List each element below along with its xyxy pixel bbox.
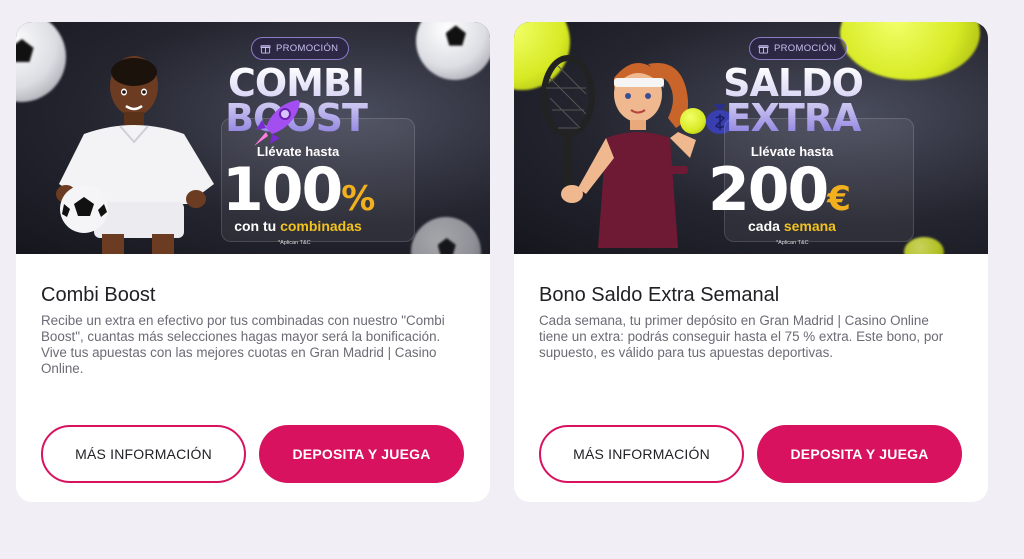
banner-footline-prefix: cada [748,218,784,234]
banner-amount-value: 200 [708,155,829,225]
banner-amount-unit: % [341,179,376,219]
banner-amount-unit: € [827,179,851,219]
promo-badge: PROMOCIÓN [251,37,350,60]
banner-footline-prefix: con tu [234,218,281,234]
more-info-button[interactable]: MÁS INFORMACIÓN [41,425,246,483]
promo-banner[interactable]: PROMOCIÓN COMBI BOOST Llévate hasta 100%… [16,22,490,254]
card-description: Cada semana, tu primer depósito en Gran … [539,313,944,360]
promo-card-saldo-extra: PROMOCIÓN SALDO EXTRA Llévate hasta 200€… [514,22,988,502]
soccer-ball-icon [411,217,481,254]
promo-badge-label: PROMOCIÓN [774,43,837,54]
card-title: Bono Saldo Extra Semanal [539,284,780,306]
deposit-play-button[interactable]: DEPOSITA Y JUEGA [259,425,464,483]
banner-amount: 100% [222,160,375,220]
card-description: Recibe un extra en efectivo por tus comb… [41,313,445,376]
banner-headline-line-2: EXTRA [725,95,861,140]
soccer-ball-icon [416,22,490,80]
more-info-button[interactable]: MÁS INFORMACIÓN [539,425,744,483]
soccer-player-illustration [56,56,214,254]
gift-icon [260,45,271,54]
tennis-player-illustration [541,55,696,248]
card-actions: MÁS INFORMACIÓN DEPOSITA Y JUEGA [41,425,464,483]
banner-footline: con tu combinadas [220,218,376,234]
banner-headline: SALDO EXTRA [710,66,876,136]
terms-note: *Aplican T&C [278,240,311,246]
promo-card-combi-boost: PROMOCIÓN COMBI BOOST Llévate hasta 100%… [16,22,490,502]
banner-amount: 200€ [708,160,851,220]
card-actions: MÁS INFORMACIÓN DEPOSITA Y JUEGA [539,425,962,483]
rocket-icon [254,100,300,146]
deposit-play-button[interactable]: DEPOSITA Y JUEGA [757,425,962,483]
banner-footline-accent: semana [783,218,836,234]
terms-note: *Aplican T&C [776,240,809,246]
tennis-ball-icon [680,108,706,134]
card-title: Combi Boost [41,284,156,306]
banner-footline: cada semana [726,218,858,234]
gift-icon [758,45,769,54]
promo-badge: PROMOCIÓN [749,37,848,60]
promo-banner[interactable]: PROMOCIÓN SALDO EXTRA Llévate hasta 200€… [514,22,988,254]
promo-badge-label: PROMOCIÓN [276,43,339,54]
banner-footline-accent: combinadas [280,218,362,234]
banner-amount-value: 100 [222,155,343,225]
